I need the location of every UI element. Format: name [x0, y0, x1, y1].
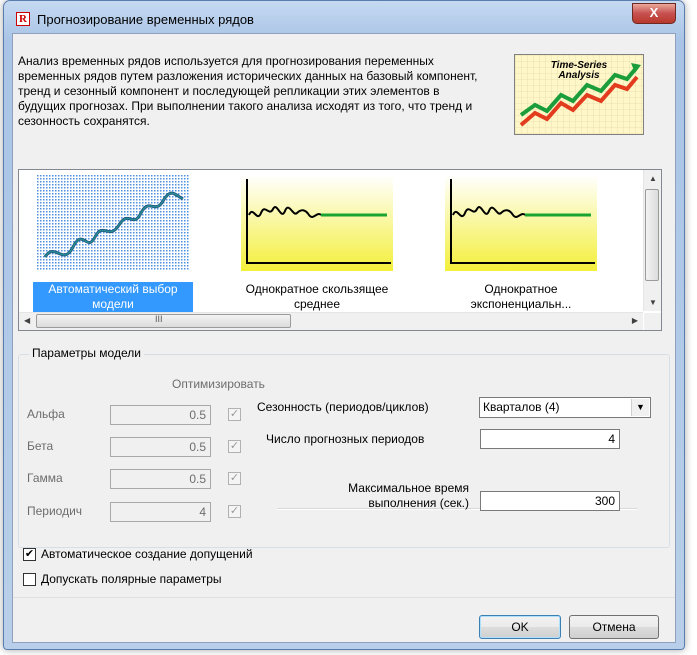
- close-button[interactable]: X: [632, 3, 676, 24]
- max-time-label: Максимальное время выполнения (сек.): [299, 481, 469, 511]
- exponential-smoothing-chart-icon: [445, 175, 597, 271]
- scroll-corner: [644, 313, 661, 330]
- max-time-field[interactable]: 300: [480, 491, 620, 511]
- app-icon: R: [16, 12, 30, 26]
- model-list[interactable]: Автоматический выбор модели Однократное …: [18, 169, 662, 331]
- scroll-up-arrow-icon[interactable]: ▲: [649, 174, 657, 183]
- gamma-field[interactable]: 0.5: [110, 469, 211, 489]
- optimize-header: Оптимизировать: [172, 377, 265, 391]
- beta-optimize-checkbox[interactable]: ✓: [228, 440, 241, 453]
- footer-separator: [13, 597, 675, 598]
- model-item-sma[interactable]: Однократное скользящее среднее: [237, 175, 397, 312]
- forecast-periods-field[interactable]: 4: [480, 429, 620, 449]
- horizontal-scroll-thumb[interactable]: III: [36, 314, 291, 328]
- scroll-right-arrow-icon[interactable]: ▶: [632, 316, 638, 325]
- auto-select-chart-icon: [37, 175, 189, 271]
- model-params-title: Параметры модели: [29, 346, 144, 360]
- auto-assumptions-checkbox[interactable]: ✔: [23, 548, 36, 561]
- dropdown-arrow-icon[interactable]: ▼: [631, 399, 649, 416]
- model-label-ses: Однократное экспоненциальн...: [470, 282, 572, 311]
- seasonality-label: Сезонность (периодов/циклов): [257, 400, 429, 414]
- dialog-client-area: Анализ временных рядов используется для …: [12, 33, 676, 643]
- time-series-logo: Time-Series Analysis: [514, 54, 644, 135]
- vertical-scroll-thumb[interactable]: [645, 189, 659, 281]
- moving-average-chart-icon: [241, 175, 393, 271]
- description-text: Анализ временных рядов используется для …: [18, 54, 478, 128]
- dialog-window: R Прогнозирование временных рядов X Анал…: [3, 0, 685, 650]
- model-item-ses[interactable]: Однократное экспоненциальн...: [441, 175, 601, 312]
- model-label-auto: Автоматический выбор модели: [33, 282, 193, 312]
- alpha-label: Альфа: [27, 407, 65, 421]
- forecast-periods-label: Число прогнозных периодов: [266, 432, 425, 446]
- auto-assumptions-label[interactable]: Автоматическое создание допущений: [41, 547, 253, 561]
- scroll-down-arrow-icon[interactable]: ▼: [649, 298, 657, 307]
- polar-params-checkbox[interactable]: ✔: [23, 573, 36, 586]
- gamma-label: Гамма: [27, 471, 63, 485]
- polar-params-label[interactable]: Допускать полярные параметры: [41, 572, 222, 586]
- logo-text-line2: Analysis: [557, 70, 600, 81]
- max-time-label-line2: выполнения (сек.): [368, 496, 469, 510]
- model-item-auto[interactable]: Автоматический выбор модели: [33, 175, 193, 312]
- title-bar[interactable]: R Прогнозирование временных рядов X: [4, 1, 684, 33]
- period-field[interactable]: 4: [110, 502, 211, 522]
- alpha-optimize-checkbox[interactable]: ✓: [228, 408, 241, 421]
- period-label: Периодич: [27, 504, 83, 518]
- seasonality-value: Кварталов (4): [483, 400, 560, 414]
- cancel-button[interactable]: Отмена: [569, 615, 659, 639]
- max-time-label-line1: Максимальное время: [348, 481, 469, 495]
- vertical-scrollbar[interactable]: ▲ ▼: [643, 170, 661, 311]
- gamma-optimize-checkbox[interactable]: ✓: [228, 472, 241, 485]
- model-params-group: Параметры модели Оптимизировать Альфа 0.…: [18, 346, 670, 548]
- model-label-sma: Однократное скользящее среднее: [245, 282, 389, 311]
- period-optimize-checkbox[interactable]: ✓: [228, 505, 241, 518]
- scroll-grip: III: [155, 314, 163, 324]
- logo-chart-icon: Time-Series Analysis: [515, 55, 643, 134]
- seasonality-select[interactable]: Кварталов (4) ▼: [479, 397, 651, 418]
- window-title: Прогнозирование временных рядов: [37, 12, 254, 27]
- beta-field[interactable]: 0.5: [110, 437, 211, 457]
- horizontal-scrollbar[interactable]: ◀ III ▶: [19, 312, 643, 330]
- scroll-left-arrow-icon[interactable]: ◀: [24, 316, 30, 325]
- alpha-field[interactable]: 0.5: [110, 405, 211, 425]
- ok-button[interactable]: OK: [479, 615, 561, 639]
- beta-label: Бета: [27, 439, 54, 453]
